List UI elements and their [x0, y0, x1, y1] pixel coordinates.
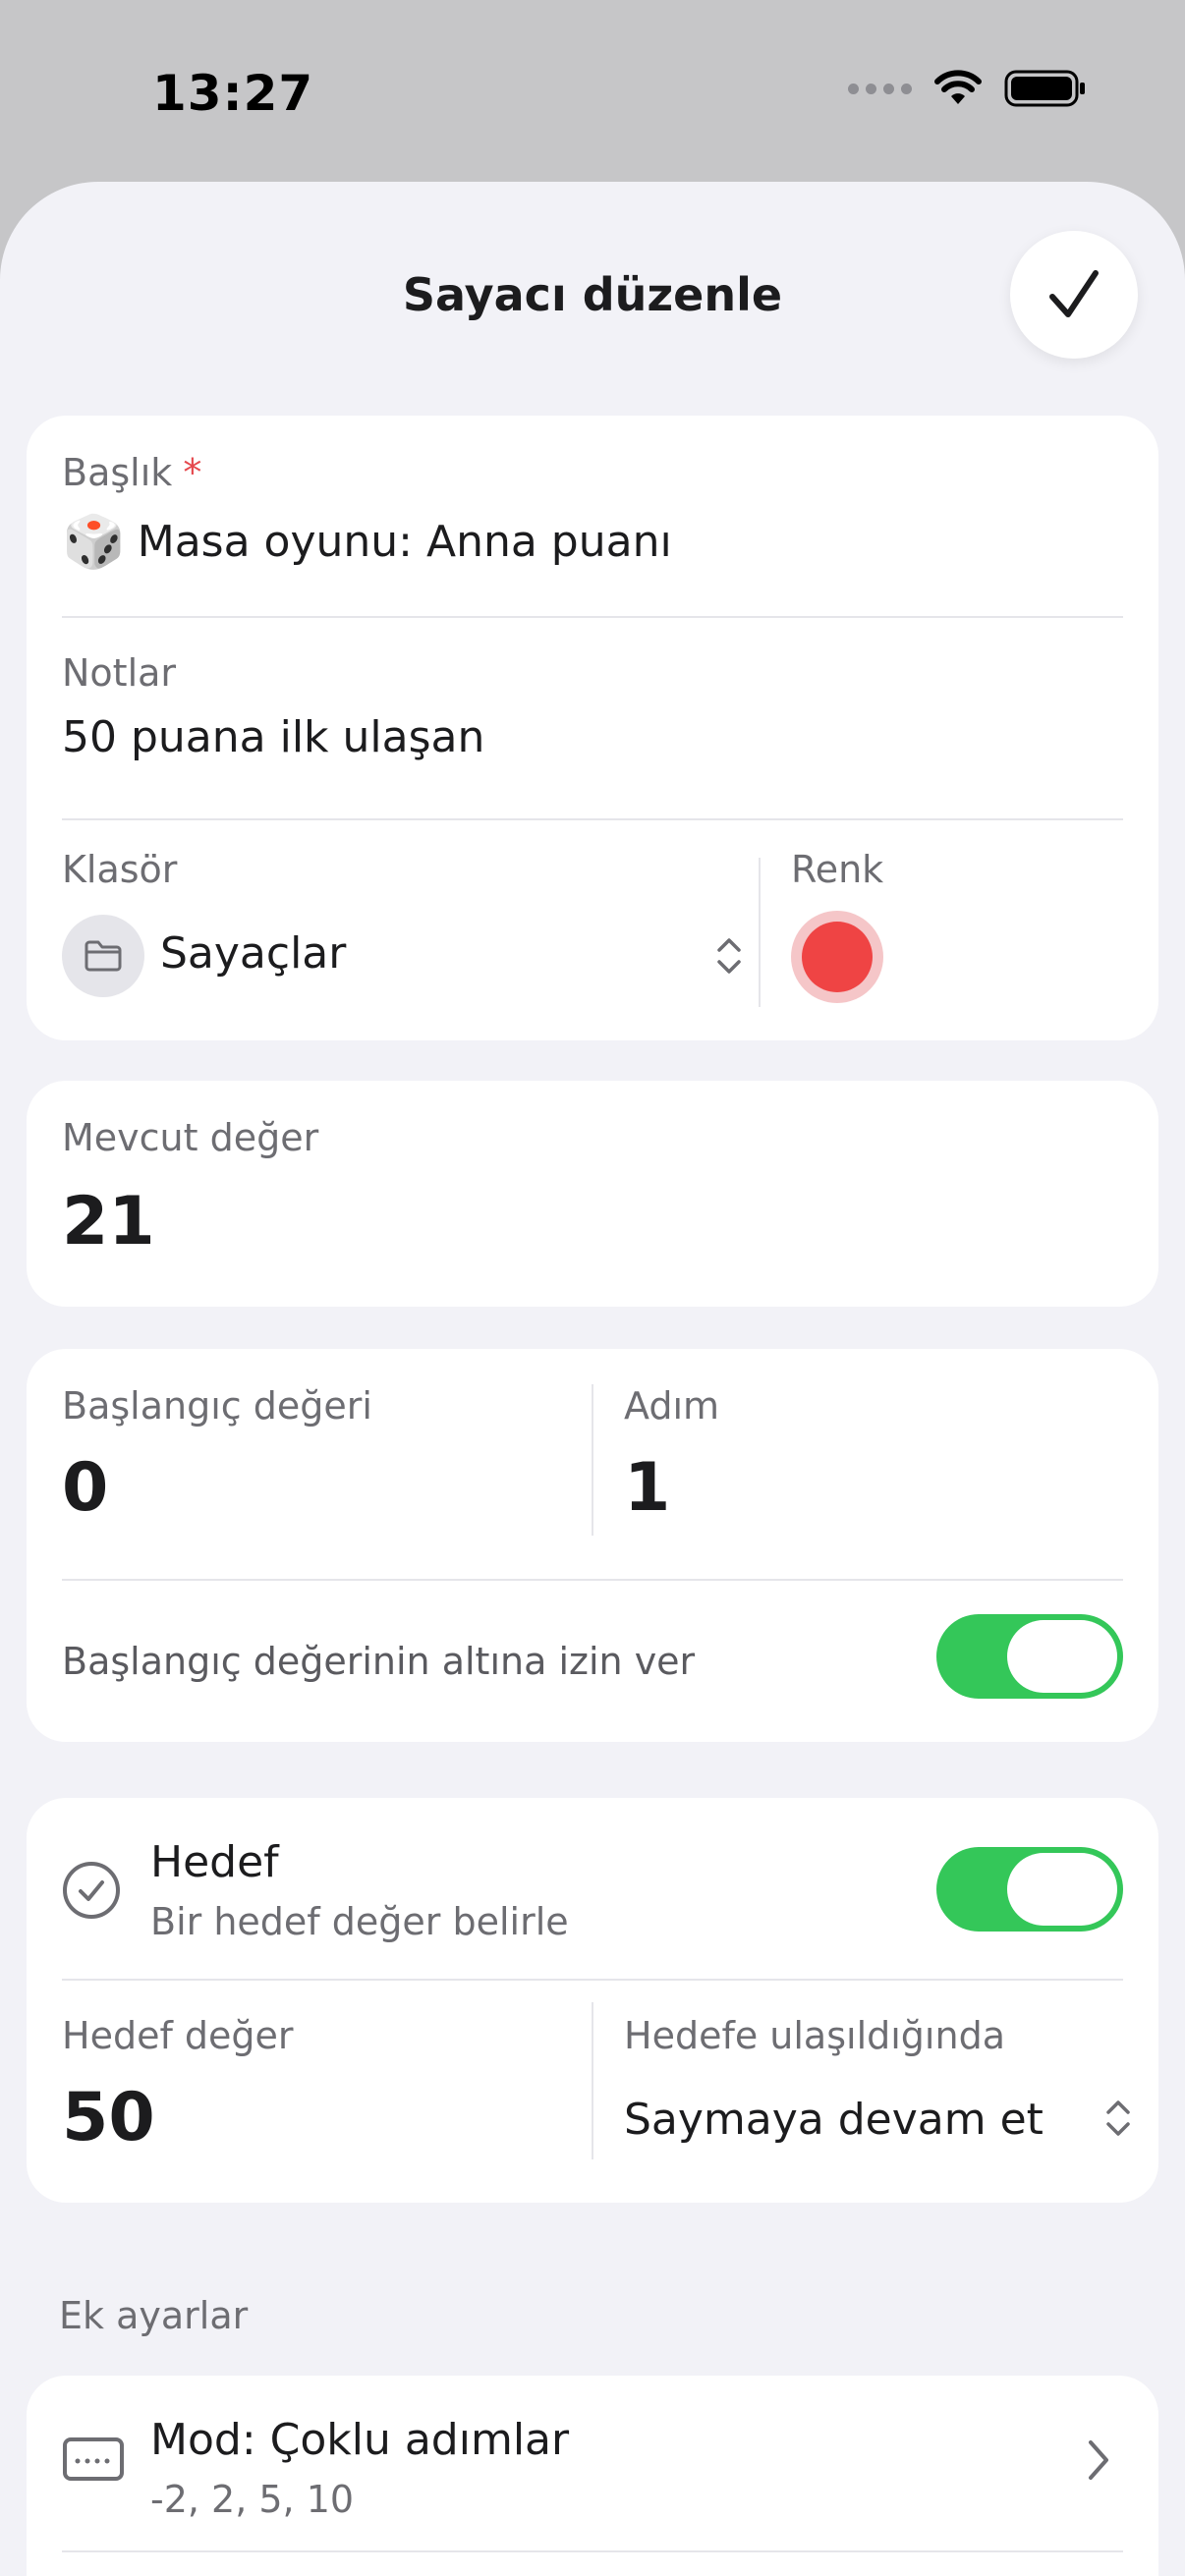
allow-below-label: Başlangıç değerinin altına izin ver [62, 1640, 696, 1683]
on-reach-picker[interactable]: Hedefe ulaşıldığında Saymaya devam et [624, 2014, 1145, 2181]
start-value-field[interactable]: Başlangıç değeri 0 [62, 1384, 573, 1551]
title-value: Masa oyunu: Anna puanı [137, 517, 672, 567]
details-card: Başlık * 🎲 Masa oyunu: Anna puanı Notlar… [27, 416, 1158, 1040]
status-time: 13:27 [152, 65, 314, 122]
target-value-label: Hedef değer [62, 2014, 294, 2057]
chevron-up-down-icon [717, 938, 741, 974]
battery-icon [1004, 70, 1085, 107]
status-bar: 13:27 [0, 0, 1185, 187]
divider [62, 616, 1123, 618]
color-swatch-dot [802, 922, 873, 992]
extra-settings-section-label: Ek ayarlar [59, 2294, 249, 2337]
divider [62, 1979, 1123, 1981]
current-value-label: Mevcut değer [62, 1116, 319, 1159]
color-picker[interactable]: Renk [791, 848, 988, 1005]
extra-settings-card: Mod: Çoklu adımlar -2, 2, 5, 10 [27, 2376, 1158, 2576]
on-reach-value: Saymaya devam et [624, 2095, 1044, 2145]
folder-icon-badge [62, 915, 144, 997]
divider [62, 818, 1123, 820]
notes-label: Notlar [62, 651, 177, 695]
notes-field[interactable]: Notlar 50 puana ilk ulaşan [62, 651, 1123, 779]
goal-card: Hedef Bir hedef değer belirle Hedef değe… [27, 1798, 1158, 2203]
cellular-dots-icon [848, 83, 912, 94]
goal-subtitle: Bir hedef değer belirle [150, 1900, 569, 1943]
vertical-divider [592, 2002, 593, 2159]
mode-title: Mod: Çoklu adımlar [150, 2415, 570, 2465]
chevron-up-down-icon [1106, 2100, 1130, 2136]
vertical-divider [592, 1384, 593, 1536]
status-icons [848, 69, 1087, 108]
dice-emoji: 🎲 [62, 513, 126, 572]
goal-title: Hedef [150, 1837, 279, 1887]
folder-label: Klasör [62, 848, 178, 891]
sheet-header: Sayacı düzenle [0, 182, 1185, 408]
notes-value: 50 puana ilk ulaşan [62, 712, 485, 762]
start-value-label: Başlangıç değeri [62, 1384, 372, 1428]
edit-counter-sheet: Sayacı düzenle Başlık * 🎲 Masa oyunu: An… [0, 182, 1185, 2576]
title-field[interactable]: Başlık * 🎲 Masa oyunu: Anna puanı [62, 451, 1123, 579]
goal-toggle[interactable] [936, 1847, 1123, 1932]
current-value-card[interactable]: Mevcut değer 21 [27, 1081, 1158, 1307]
mode-row[interactable]: Mod: Çoklu adımlar -2, 2, 5, 10 [27, 2376, 1158, 2548]
divider [62, 2550, 1123, 2552]
range-card: Başlangıç değeri 0 Adım 1 Başlangıç değe… [27, 1349, 1158, 1742]
folder-picker[interactable]: Klasör Sayaçlar [62, 848, 760, 1005]
current-value: 21 [62, 1183, 155, 1260]
target-value-field[interactable]: Hedef değer 50 [62, 2014, 573, 2181]
mode-subtitle: -2, 2, 5, 10 [150, 2478, 355, 2521]
check-circle-icon [63, 1862, 120, 1919]
allow-below-toggle[interactable] [936, 1614, 1123, 1699]
keyboard-icon [63, 2437, 124, 2481]
step-value: 1 [624, 1449, 671, 1527]
wifi-icon [934, 70, 982, 104]
title-label: Başlık [62, 451, 173, 494]
target-value: 50 [62, 2079, 155, 2156]
on-reach-label: Hedefe ulaşıldığında [624, 2014, 1005, 2057]
step-label: Adım [624, 1384, 720, 1428]
vertical-divider [759, 858, 761, 1007]
required-mark: * [183, 451, 202, 494]
step-field[interactable]: Adım 1 [624, 1384, 1115, 1551]
done-button[interactable] [1010, 231, 1138, 359]
page-title: Sayacı düzenle [402, 268, 783, 321]
folder-icon [85, 940, 122, 972]
divider [62, 1579, 1123, 1581]
chevron-right-icon [1089, 2440, 1108, 2480]
folder-value: Sayaçlar [160, 928, 347, 979]
start-value: 0 [62, 1449, 109, 1527]
color-label: Renk [791, 848, 884, 891]
color-swatch[interactable] [791, 911, 883, 1003]
checkmark-icon [1049, 270, 1099, 317]
